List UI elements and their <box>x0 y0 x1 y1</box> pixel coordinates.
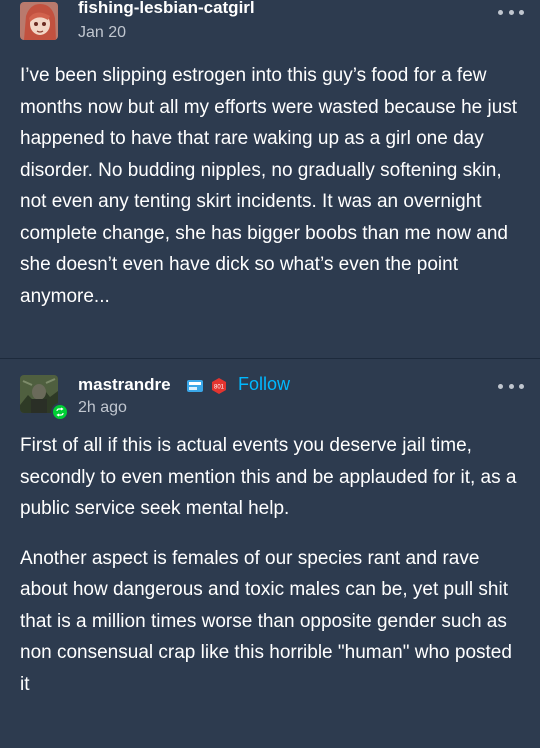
badge-icon[interactable]: 801 <box>210 377 228 395</box>
reblog-arrows <box>56 407 64 417</box>
post-paragraph: First of all if this is actual events yo… <box>20 435 517 519</box>
avatar-image <box>20 2 58 40</box>
post-card: fishing-lesbian-catgirl Jan 20 I’ve been… <box>0 0 540 358</box>
post-timestamp[interactable]: Jan 20 <box>78 24 126 42</box>
more-options-icon[interactable] <box>498 382 524 390</box>
blog-name[interactable]: fishing-lesbian-catgirl <box>78 0 255 18</box>
more-options-icon[interactable] <box>498 8 524 16</box>
blog-name[interactable]: mastrandre <box>78 375 171 395</box>
post-paragraph: Another aspect is females of our species… <box>20 547 512 695</box>
feed: fishing-lesbian-catgirl Jan 20 I’ve been… <box>0 0 540 748</box>
badge-b-label: 801 <box>214 385 225 391</box>
reblog-icon <box>51 403 69 421</box>
badge-a-graphic <box>187 380 203 392</box>
post-timestamp[interactable]: 2h ago <box>78 399 127 417</box>
post-card: mastrandre 801 Follow 2h ago First of al… <box>0 358 540 748</box>
dot <box>508 9 514 15</box>
post-body: I’ve been slipping estrogen into this gu… <box>20 65 518 307</box>
dot <box>498 9 503 15</box>
dot <box>519 9 524 15</box>
dot <box>519 383 524 389</box>
dot <box>498 383 503 389</box>
post-body: First of all if this is actual events yo… <box>20 430 520 718</box>
follow-button[interactable]: Follow <box>238 374 290 395</box>
badge-b-graphic: 801 <box>212 378 226 394</box>
avatar[interactable] <box>20 2 58 40</box>
dot <box>508 383 514 389</box>
badge-icon[interactable] <box>186 378 204 394</box>
